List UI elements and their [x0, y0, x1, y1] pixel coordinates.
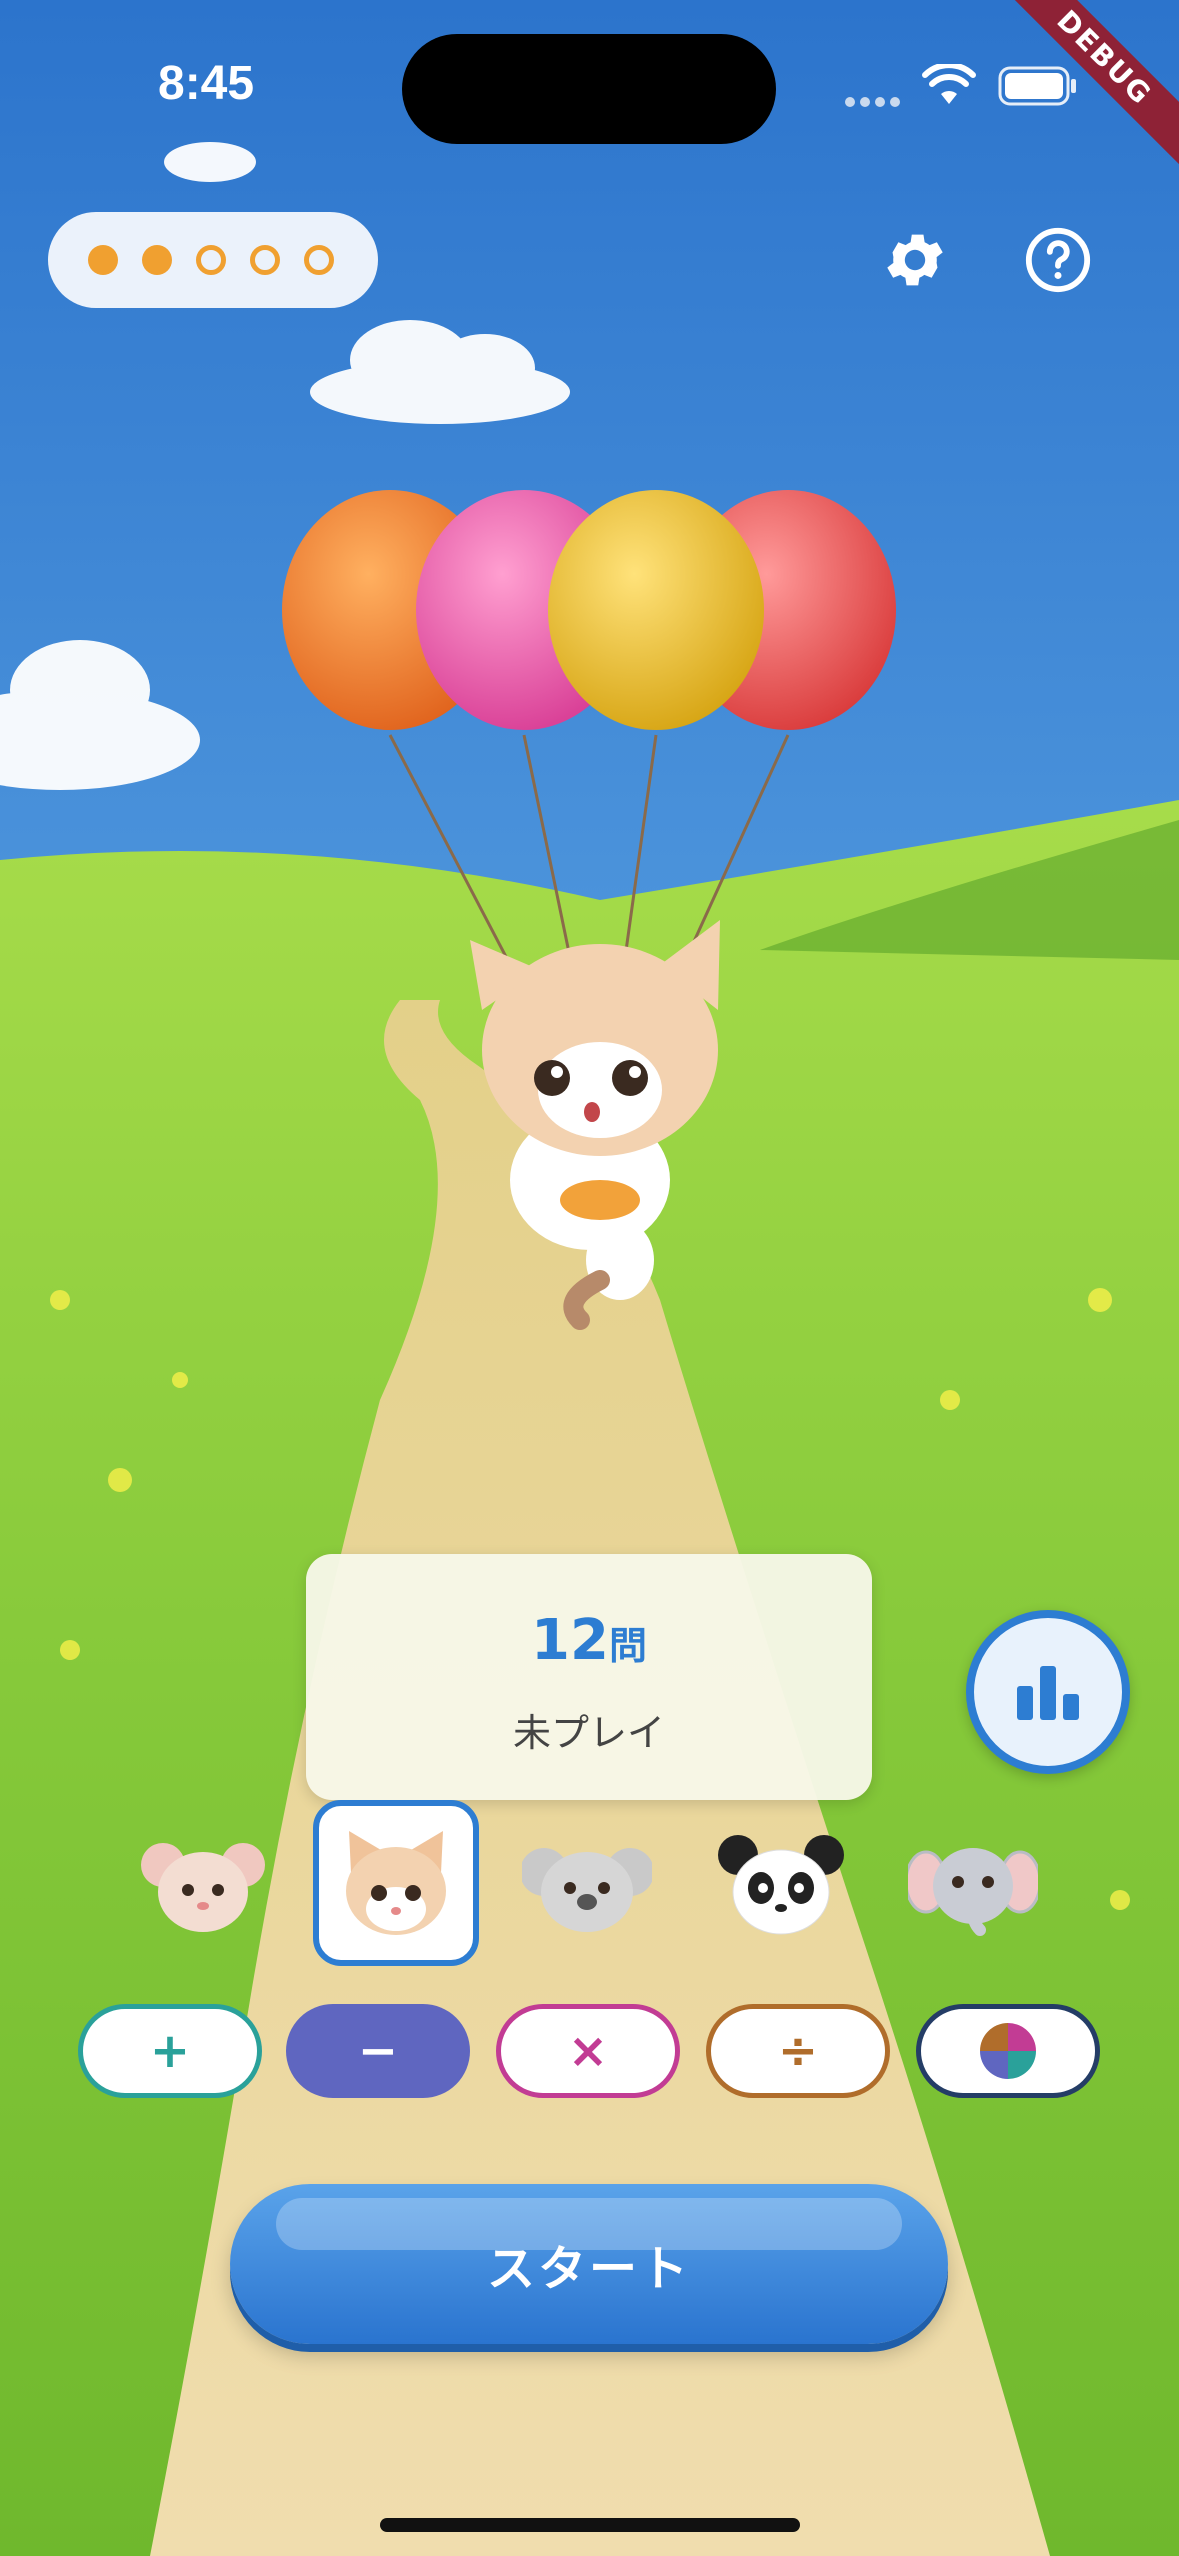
character-koala[interactable] [512, 1810, 662, 1960]
gear-icon [887, 234, 943, 286]
progress-dot-filled [88, 245, 118, 275]
character-cat[interactable] [313, 1800, 479, 1966]
play-status: 未プレイ [512, 1711, 665, 1755]
koala-icon [522, 1848, 652, 1932]
start-button-label: スタート [486, 2241, 691, 2297]
progress-dot-filled [142, 245, 172, 275]
bar-chart-icon [1017, 1666, 1079, 1720]
progress-dot-empty [304, 245, 334, 275]
mouse-icon [141, 1843, 265, 1932]
question-count: 12問 [306, 1608, 872, 1673]
character-panda[interactable] [706, 1810, 856, 1960]
progress-indicator [48, 212, 378, 308]
wifi-icon [922, 62, 976, 110]
operation-subtract-label: − [357, 2023, 399, 2079]
question-info-card: 12問 未プレイ [306, 1554, 872, 1800]
status-bar: 8:45 DEBUG [0, 0, 1179, 170]
progress-dot-empty [196, 245, 226, 275]
question-count-unit: 問 [608, 1624, 647, 1668]
mixed-operations-icon [980, 2023, 1036, 2079]
signal-icon [845, 94, 905, 113]
operation-subtract-button[interactable]: − [286, 2004, 470, 2098]
panda-icon [718, 1835, 844, 1935]
character-mouse[interactable] [128, 1810, 278, 1960]
home-indicator [380, 2518, 800, 2532]
operation-divide-button[interactable]: ÷ [706, 2004, 890, 2098]
progress-dot-empty [250, 245, 280, 275]
dynamic-island [402, 34, 776, 144]
question-count-number: 12 [531, 1608, 609, 1673]
stats-button[interactable] [966, 1610, 1130, 1774]
cat-icon [346, 1831, 446, 1935]
start-button[interactable]: スタート [230, 2184, 948, 2344]
operation-mixed-button[interactable] [916, 2004, 1100, 2098]
operation-add-button[interactable]: + [78, 2004, 262, 2098]
character-elephant[interactable] [898, 1810, 1048, 1960]
battery-icon [998, 66, 1078, 110]
help-button[interactable] [1018, 220, 1098, 300]
help-icon [1025, 227, 1091, 293]
balloons [282, 490, 896, 730]
elephant-icon [908, 1848, 1038, 1936]
status-time: 8:45 [158, 57, 255, 110]
operation-add-label: + [149, 2023, 191, 2079]
operation-multiply-button[interactable]: × [496, 2004, 680, 2098]
background-scene [0, 0, 1179, 2556]
settings-button[interactable] [875, 220, 955, 300]
operation-multiply-label: × [567, 2023, 609, 2079]
operation-divide-label: ÷ [777, 2023, 819, 2079]
